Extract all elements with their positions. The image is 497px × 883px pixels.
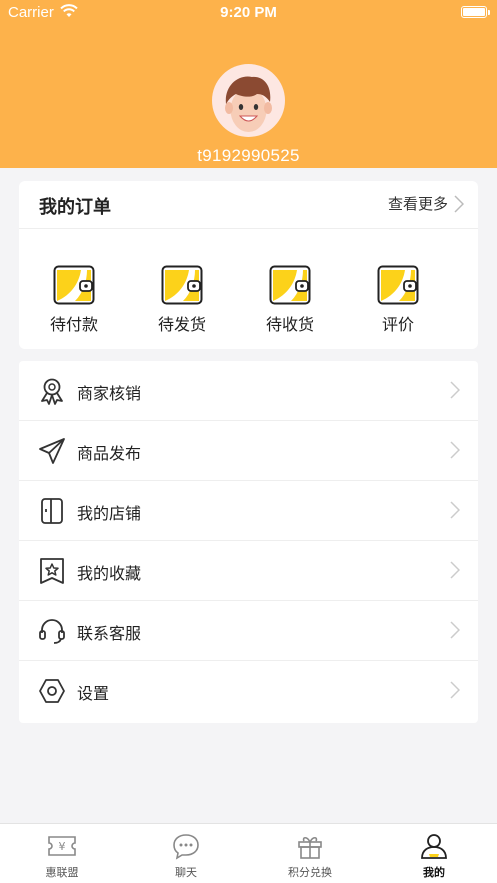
menu-item-favorites[interactable]: 我的收藏 <box>19 541 478 601</box>
user-icon <box>421 834 447 859</box>
wallet-icon <box>377 265 419 305</box>
view-more-link[interactable]: 查看更多 <box>388 193 464 214</box>
tab-mine[interactable]: 我的 <box>389 832 479 880</box>
menu-list: 商家核销 商品发布 我的店铺 我的收藏 联系客服 设置 <box>19 361 478 723</box>
chevron-right-icon <box>450 621 460 639</box>
tab-label: 惠联盟 <box>45 866 79 879</box>
paper-plane-icon <box>39 438 65 464</box>
order-review[interactable]: 评价 <box>358 265 438 335</box>
menu-label: 设置 <box>77 684 110 703</box>
chat-bubble-icon <box>173 834 199 860</box>
chevron-right-icon <box>450 561 460 579</box>
username: t9192990525 <box>197 146 300 165</box>
order-label: 评价 <box>381 315 414 334</box>
menu-item-merchant-verify[interactable]: 商家核销 <box>19 361 478 421</box>
headset-icon <box>39 619 65 644</box>
star-bookmark-icon <box>40 558 64 584</box>
chevron-right-icon <box>450 381 460 399</box>
view-more-label: 查看更多 <box>387 195 448 213</box>
menu-label: 商品发布 <box>77 444 142 463</box>
order-pending-receipt[interactable]: 待收货 <box>250 265 330 335</box>
menu-item-settings[interactable]: 设置 <box>19 661 478 721</box>
orders-header: 我的订单 查看更多 <box>19 181 478 229</box>
order-status-row: 待付款 待发货 待收货 评价 <box>19 265 478 335</box>
tab-label: 聊天 <box>175 866 197 879</box>
profile-header: Carrier 9:20 PM t9192990525 <box>0 0 497 168</box>
status-bar: Carrier 9:20 PM <box>0 0 497 26</box>
tab-bar: ¥ 惠联盟 聊天 积分兑换 我的 <box>0 823 497 883</box>
battery-icon <box>461 6 490 18</box>
wallet-icon <box>161 265 203 305</box>
store-icon <box>41 498 63 524</box>
tab-label: 积分兑换 <box>288 866 332 879</box>
tab-chat[interactable]: 聊天 <box>141 832 231 880</box>
chevron-right-icon <box>450 441 460 459</box>
order-label: 待收货 <box>265 315 314 334</box>
svg-text:¥: ¥ <box>59 840 66 853</box>
menu-item-publish-product[interactable]: 商品发布 <box>19 421 478 481</box>
ticket-icon: ¥ <box>48 836 76 856</box>
tab-huilianmeng[interactable]: ¥ 惠联盟 <box>17 832 107 880</box>
orders-card: 我的订单 查看更多 待付款 待发货 待收货 评价 <box>19 181 478 349</box>
clock: 9:20 PM <box>220 4 277 21</box>
order-label: 待付款 <box>49 315 98 334</box>
avatar[interactable] <box>212 64 285 137</box>
order-pending-shipment[interactable]: 待发货 <box>142 265 222 335</box>
award-icon <box>41 378 63 405</box>
chevron-right-icon <box>450 501 460 519</box>
wallet-icon <box>269 265 311 305</box>
tab-label: 我的 <box>423 866 445 879</box>
chevron-right-icon <box>454 194 464 213</box>
chevron-right-icon <box>450 681 460 699</box>
menu-item-customer-service[interactable]: 联系客服 <box>19 601 478 661</box>
gift-icon <box>298 836 322 859</box>
menu-label: 我的收藏 <box>77 564 142 583</box>
order-label: 待发货 <box>157 315 206 334</box>
menu-label: 联系客服 <box>77 624 142 643</box>
menu-item-my-store[interactable]: 我的店铺 <box>19 481 478 541</box>
settings-hexagon-icon <box>39 679 65 703</box>
tab-points-exchange[interactable]: 积分兑换 <box>265 832 355 880</box>
menu-label: 商家核销 <box>77 384 142 403</box>
order-pending-payment[interactable]: 待付款 <box>34 265 114 335</box>
menu-label: 我的店铺 <box>77 504 142 523</box>
orders-title: 我的订单 <box>39 197 111 218</box>
wallet-icon <box>53 265 95 305</box>
